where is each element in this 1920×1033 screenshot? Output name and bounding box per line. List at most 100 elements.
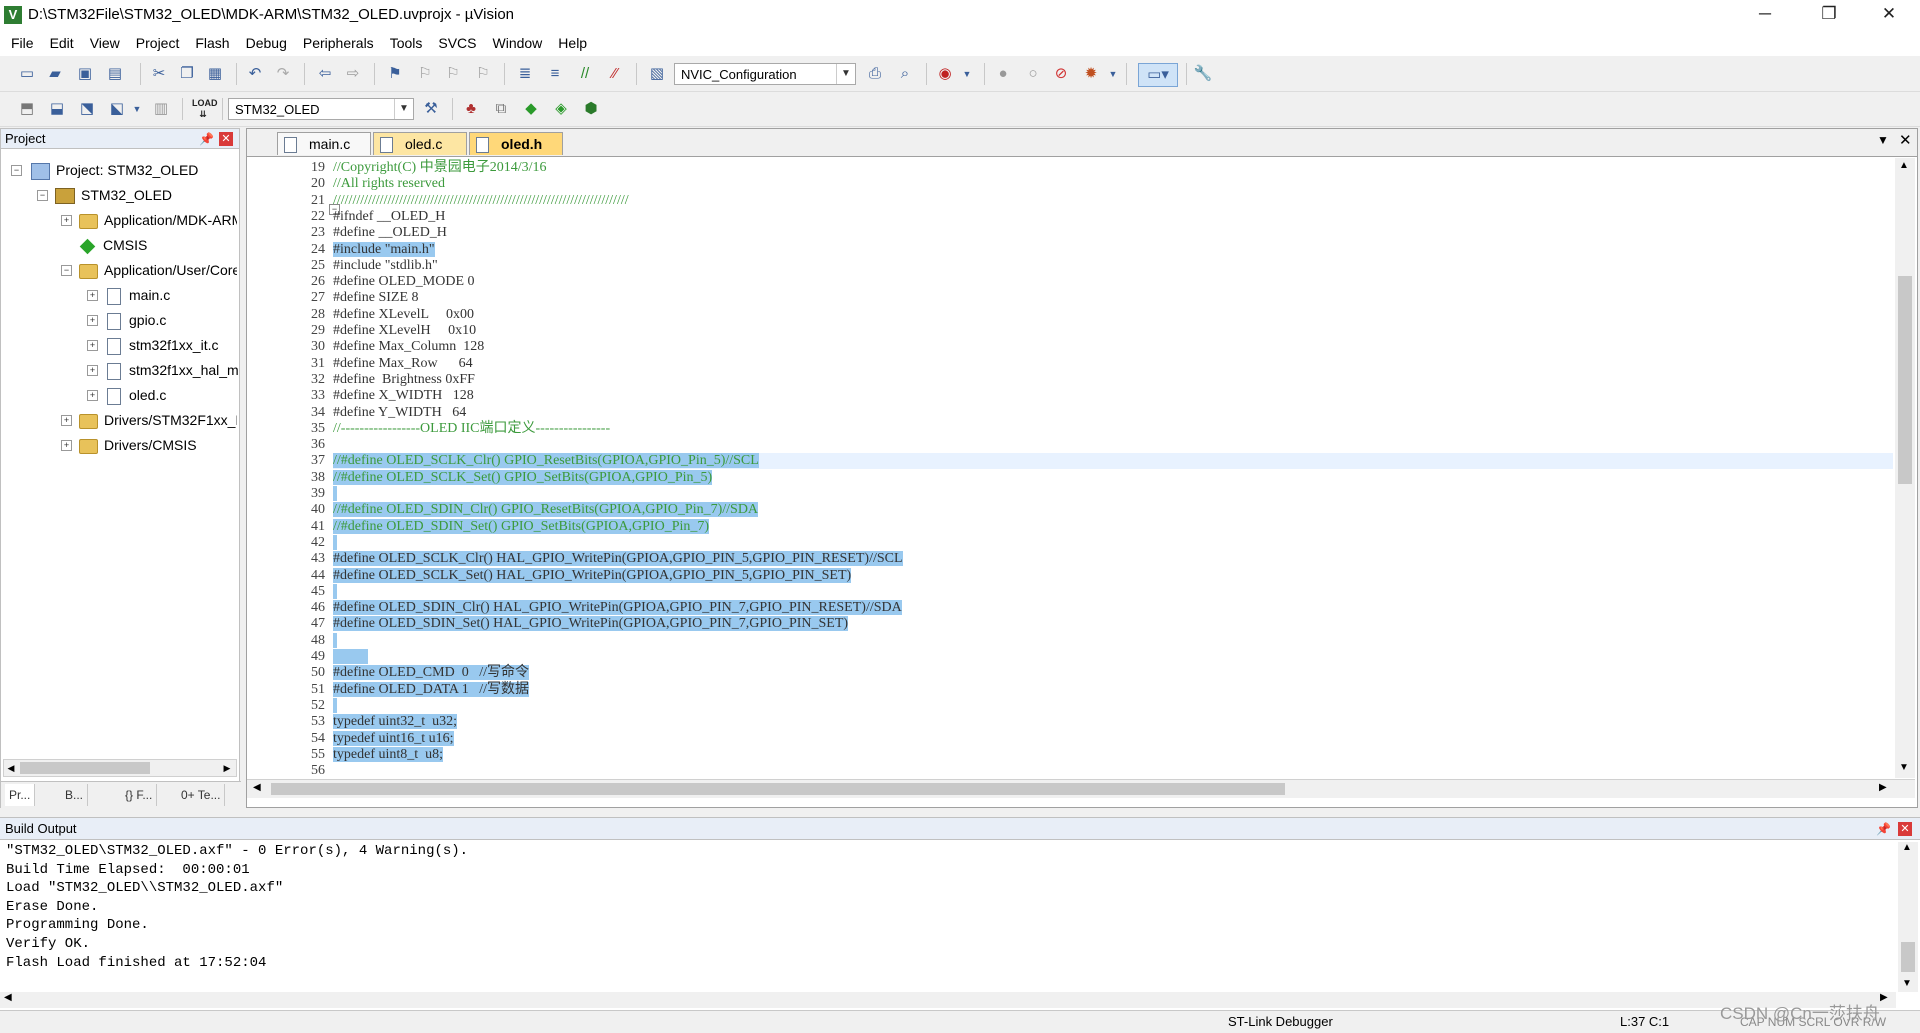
scroll-up-icon[interactable]: ▲	[1902, 842, 1912, 853]
code-line[interactable]: #define XLevelH 0x10	[333, 323, 476, 339]
collapse-icon[interactable]: −	[37, 190, 48, 201]
pin-icon[interactable]: 📌	[199, 132, 214, 146]
code-line[interactable]: #define OLED_SDIN_Set() HAL_GPIO_WritePi…	[333, 616, 849, 632]
editor-hscrollbar[interactable]: ◀ ▶	[247, 779, 1915, 798]
code-line[interactable]: #define OLED_SDIN_Clr() HAL_GPIO_WritePi…	[333, 600, 902, 616]
build-hscrollbar[interactable]: ◀ ▶	[0, 992, 1896, 1008]
code-line[interactable]: #define Max_Column 128	[333, 339, 484, 355]
tab-list-dropdown-icon[interactable]: ▼	[1877, 133, 1889, 147]
code-line[interactable]: #include "stdlib.h"	[333, 258, 438, 274]
code-area[interactable]: //Copyright(C) 中景园电子2014/3/16//All right…	[333, 158, 1893, 778]
next-bookmark-icon[interactable]: ⚐	[442, 63, 464, 85]
new-file-icon[interactable]: ▭	[16, 63, 38, 85]
incremental-find-icon[interactable]: ⌕	[894, 63, 916, 85]
expand-icon[interactable]: +	[61, 215, 72, 226]
cut-icon[interactable]: ✂	[148, 63, 170, 85]
menu-project[interactable]: Project	[128, 30, 188, 56]
build-icon[interactable]: ⬓	[46, 98, 68, 120]
scroll-up-icon[interactable]: ▲	[1899, 160, 1909, 171]
menu-tools[interactable]: Tools	[382, 30, 431, 56]
tree-item-group[interactable]: Application/User/Core	[79, 258, 237, 282]
scroll-down-icon[interactable]: ▼	[1899, 762, 1909, 773]
editor-vscrollbar[interactable]: ▲ ▼	[1895, 158, 1915, 778]
tree-item-file[interactable]: main.c	[107, 283, 170, 307]
rebuild-icon[interactable]: ⬔	[76, 98, 98, 120]
code-line[interactable]	[333, 649, 368, 665]
code-line[interactable]: #ifndef __OLED_H	[333, 209, 445, 225]
close-panel-icon[interactable]: ✕	[219, 132, 233, 146]
scroll-thumb[interactable]	[1901, 942, 1915, 972]
close-panel-icon[interactable]: ✕	[1898, 822, 1912, 836]
tree-item-file[interactable]: stm32f1xx_hal_msp.c	[107, 358, 239, 382]
code-line[interactable]: //Copyright(C) 中景园电子2014/3/16	[333, 160, 547, 176]
navigate-forward-icon[interactable]: ⇨	[342, 63, 364, 85]
code-line[interactable]: typedef uint8_t u8;	[333, 747, 444, 763]
code-line[interactable]: typedef uint32_t u32;	[333, 714, 458, 730]
collapse-icon[interactable]: −	[11, 165, 22, 176]
start-debug-icon[interactable]: ◉	[934, 63, 956, 85]
tab-templates[interactable]: 0+ Te...	[177, 784, 226, 806]
configure-icon[interactable]: 🔧	[1192, 63, 1214, 85]
unindent-icon[interactable]: ≡	[544, 63, 566, 85]
scroll-right-icon[interactable]: ▶	[1880, 992, 1888, 1003]
prev-bookmark-icon[interactable]: ⚐	[414, 63, 436, 85]
code-line[interactable]: #define Max_Row 64	[333, 356, 473, 372]
tab-main-c[interactable]: main.c	[277, 132, 371, 155]
expand-icon[interactable]: +	[61, 440, 72, 451]
breakpoint-insert-icon[interactable]: ●	[992, 63, 1014, 85]
expand-icon[interactable]: +	[87, 315, 98, 326]
breakpoint-dropdown-icon[interactable]: ▼	[1102, 63, 1124, 85]
window-layout-icon[interactable]: ▭▾	[1138, 63, 1178, 87]
expand-icon[interactable]: +	[87, 390, 98, 401]
build-output-text[interactable]: "STM32_OLED\STM32_OLED.axf" - 0 Error(s)…	[0, 842, 1896, 1008]
tree-item-file[interactable]: oled.c	[107, 383, 166, 407]
build-vscrollbar[interactable]: ▲ ▼	[1898, 842, 1918, 992]
paste-icon[interactable]: ▦	[204, 63, 226, 85]
expand-icon[interactable]: +	[87, 290, 98, 301]
scroll-thumb[interactable]	[20, 762, 150, 774]
tree-item-file[interactable]: stm32f1xx_it.c	[107, 333, 239, 357]
code-line[interactable]: #define OLED_DATA 1 //写数据	[333, 682, 530, 698]
code-line[interactable]	[333, 584, 337, 600]
pin-icon[interactable]: 📌	[1876, 822, 1891, 836]
clear-bookmarks-icon[interactable]: ⚐	[472, 63, 494, 85]
menu-flash[interactable]: Flash	[187, 30, 237, 56]
code-line[interactable]: //All rights reserved	[333, 176, 445, 192]
breakpoint-enable-icon[interactable]: ○	[1022, 63, 1044, 85]
comment-icon[interactable]: //	[574, 63, 596, 85]
code-line[interactable]: #define OLED_CMD 0 //写命令	[333, 665, 529, 681]
code-line[interactable]: ////////////////////////////////////////…	[333, 193, 629, 209]
menu-peripherals[interactable]: Peripherals	[295, 30, 382, 56]
tree-item-cmsis[interactable]: CMSIS	[79, 233, 147, 257]
menu-window[interactable]: Window	[485, 30, 551, 56]
code-line[interactable]: #define Y_WIDTH 64	[333, 405, 466, 421]
tree-item-target[interactable]: STM32_OLED	[55, 183, 172, 207]
redo-icon[interactable]: ↷	[272, 63, 294, 85]
scroll-left-icon[interactable]: ◀	[4, 992, 12, 1003]
code-line[interactable]	[333, 535, 337, 551]
menu-help[interactable]: Help	[550, 30, 595, 56]
code-line[interactable]: //#define OLED_SCLK_Clr() GPIO_ResetBits…	[333, 453, 759, 469]
project-hscrollbar[interactable]: ◀ ▶	[3, 759, 237, 777]
code-line[interactable]: #include "main.h"	[333, 242, 435, 258]
code-line[interactable]: #define OLED_MODE 0	[333, 274, 475, 290]
breakpoint-disable-all-icon[interactable]: ⊘	[1050, 63, 1072, 85]
manage-components-icon[interactable]: ♣	[460, 98, 482, 120]
file-extensions-icon[interactable]: ⧉	[490, 98, 512, 120]
breakpoint-kill-all-icon[interactable]: ✹	[1080, 63, 1102, 85]
minimize-button[interactable]: ─	[1742, 0, 1788, 30]
code-line[interactable]: //#define OLED_SDIN_Set() GPIO_SetBits(G…	[333, 519, 710, 535]
open-file-icon[interactable]: ▰	[44, 63, 66, 85]
expand-icon[interactable]: +	[61, 415, 72, 426]
code-line[interactable]	[333, 486, 337, 502]
translate-icon[interactable]: ⬒	[16, 98, 38, 120]
code-line[interactable]: #define XLevelL 0x00	[333, 307, 474, 323]
tab-oled-h[interactable]: oled.h	[469, 132, 563, 155]
pack-installer-icon[interactable]: ◆	[520, 98, 542, 120]
code-line[interactable]	[333, 698, 337, 714]
target-options-icon[interactable]: ⚒	[420, 98, 442, 120]
code-line[interactable]: #define Brightness 0xFF	[333, 372, 475, 388]
scroll-thumb[interactable]	[1898, 276, 1912, 484]
scroll-left-icon[interactable]: ◀	[253, 782, 261, 793]
menu-view[interactable]: View	[82, 30, 128, 56]
